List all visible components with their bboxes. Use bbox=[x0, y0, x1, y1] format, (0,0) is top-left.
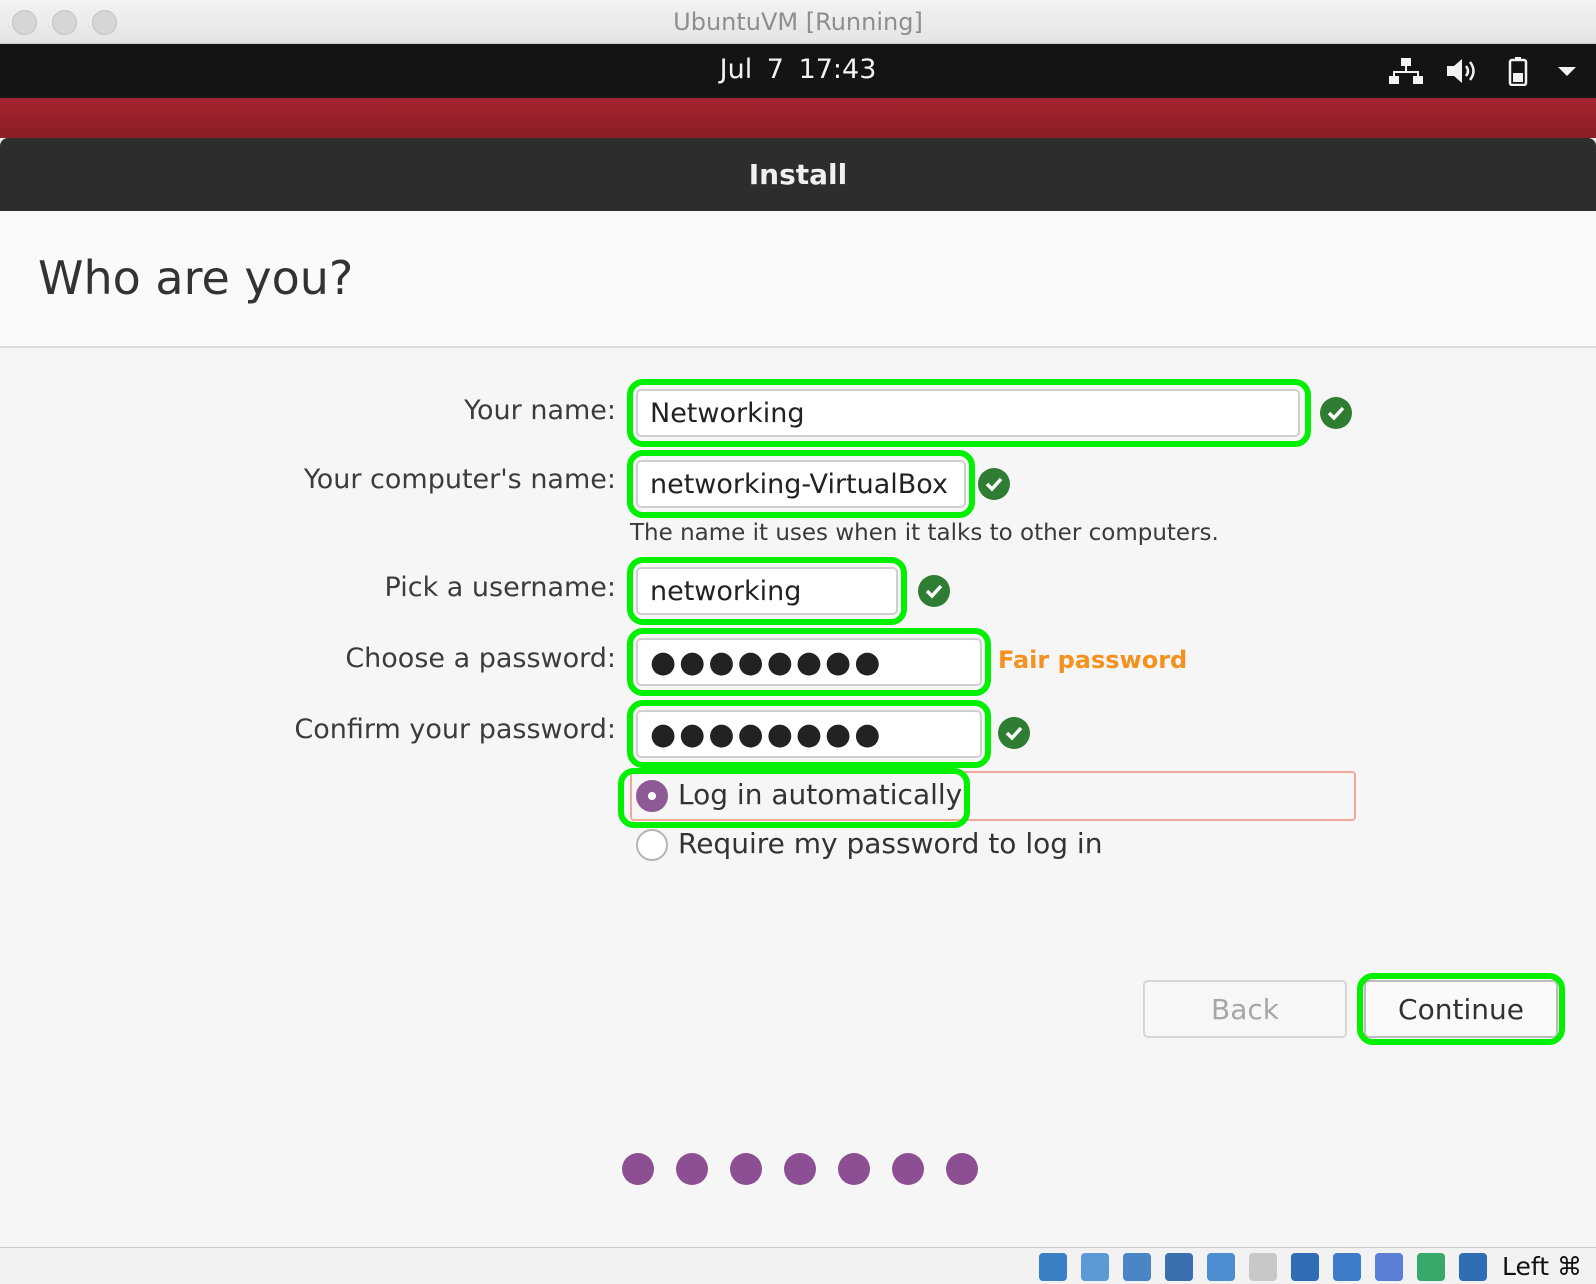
mouse-integration-icon[interactable] bbox=[1417, 1253, 1445, 1281]
desktop-background bbox=[0, 98, 1596, 138]
name-field-highlight bbox=[627, 379, 1311, 447]
recording-icon[interactable] bbox=[1333, 1253, 1361, 1281]
username-highlight bbox=[627, 557, 907, 625]
cpu-icon[interactable] bbox=[1375, 1253, 1403, 1281]
progress-step-dot bbox=[730, 1153, 762, 1185]
name-valid-check-icon bbox=[1320, 397, 1352, 429]
log-in-automatically-highlight bbox=[618, 768, 970, 828]
clock[interactable]: Jul 7 17:43 bbox=[0, 54, 1596, 85]
audio-icon[interactable] bbox=[1123, 1253, 1151, 1281]
window-title: UbuntuVM [Running] bbox=[673, 8, 923, 36]
username-valid-check-icon bbox=[918, 575, 950, 607]
vm-window-titlebar: UbuntuVM [Running] bbox=[0, 0, 1596, 44]
username-label: Pick a username: bbox=[384, 572, 616, 603]
virtualbox-status-bar: Left ⌘ bbox=[0, 1247, 1596, 1284]
your-name-label: Your name: bbox=[464, 395, 616, 426]
progress-step-dot bbox=[892, 1153, 924, 1185]
optical-drive-icon[interactable] bbox=[1081, 1253, 1109, 1281]
installer-body: Who are you? Your name: Networking Your … bbox=[0, 211, 1596, 1247]
usb-icon[interactable] bbox=[1207, 1253, 1235, 1281]
continue-highlight bbox=[1357, 973, 1565, 1045]
computer-name-valid-check-icon bbox=[978, 468, 1010, 500]
confirm-password-label: Confirm your password: bbox=[294, 714, 616, 745]
computer-name-hint: The name it uses when it talks to other … bbox=[630, 520, 1219, 546]
confirm-valid-check-icon bbox=[998, 717, 1030, 749]
download-icon[interactable] bbox=[1459, 1253, 1487, 1281]
confirm-password-highlight bbox=[627, 700, 991, 768]
heading-area: Who are you? bbox=[0, 211, 1596, 348]
require-password-radio[interactable] bbox=[636, 829, 668, 861]
display-icon[interactable] bbox=[1291, 1253, 1319, 1281]
back-button[interactable]: Back bbox=[1143, 980, 1347, 1038]
progress-step-dot bbox=[676, 1153, 708, 1185]
clock-time: 17:43 bbox=[798, 54, 877, 85]
password-label: Choose a password: bbox=[345, 643, 616, 674]
shared-folder-icon[interactable] bbox=[1249, 1253, 1277, 1281]
computer-name-label: Your computer's name: bbox=[303, 464, 616, 495]
password-strength: Fair password bbox=[998, 646, 1188, 674]
volume-icon[interactable] bbox=[1444, 56, 1480, 86]
password-highlight bbox=[627, 628, 991, 696]
progress-step-dot bbox=[784, 1153, 816, 1185]
battery-icon[interactable] bbox=[1500, 56, 1536, 87]
ubuntu-top-bar: Jul 7 17:43 bbox=[0, 44, 1596, 98]
progress-step-dot bbox=[946, 1153, 978, 1185]
page-heading: Who are you? bbox=[38, 251, 354, 305]
system-menu-arrow-icon[interactable] bbox=[1550, 56, 1586, 86]
progress-step-dot bbox=[622, 1153, 654, 1185]
installer-titlebar: Install bbox=[0, 138, 1596, 211]
hard-disk-icon[interactable] bbox=[1039, 1253, 1067, 1281]
progress-step-dot bbox=[838, 1153, 870, 1185]
network-adapter-icon[interactable] bbox=[1165, 1253, 1193, 1281]
computer-name-highlight bbox=[627, 450, 975, 518]
installer-title: Install bbox=[748, 158, 848, 191]
require-password-label[interactable]: Require my password to log in bbox=[678, 827, 1102, 860]
host-key-label: Left ⌘ bbox=[1502, 1252, 1582, 1281]
network-icon[interactable] bbox=[1388, 56, 1424, 86]
clock-date: Jul 7 bbox=[719, 54, 784, 85]
